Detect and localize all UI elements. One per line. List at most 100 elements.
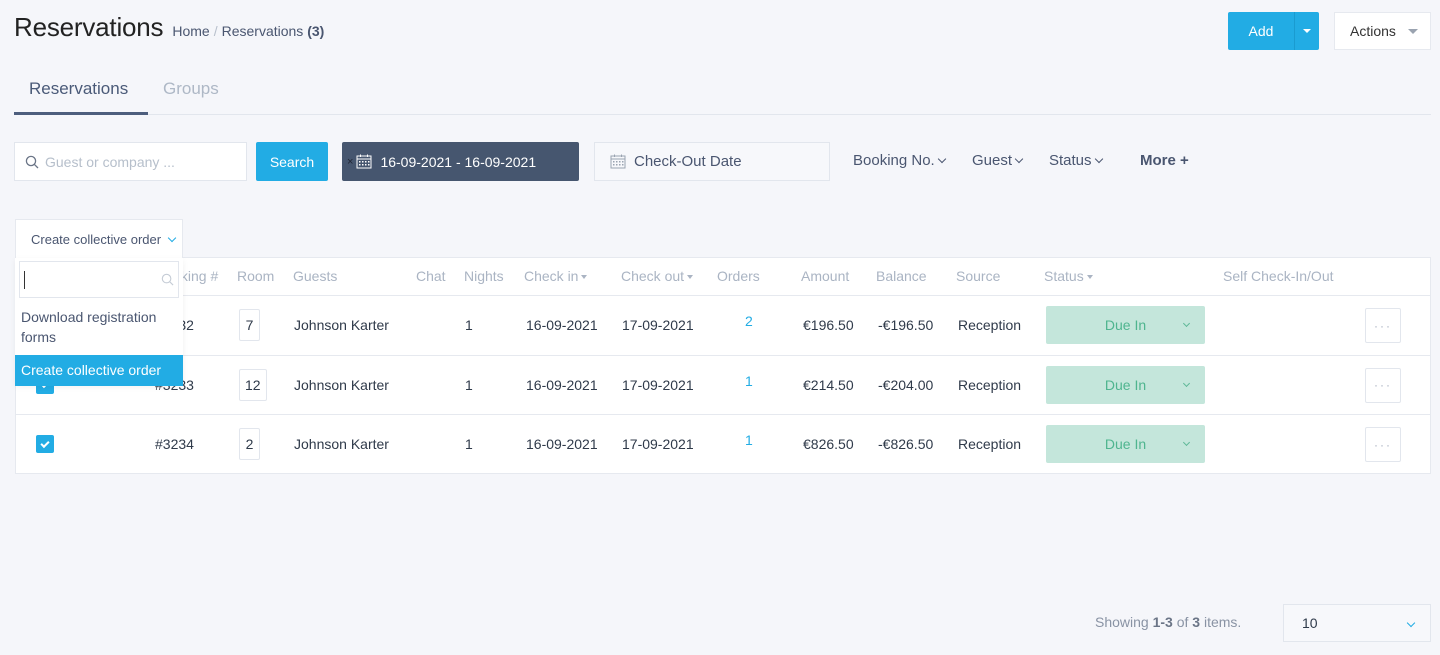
checkout-date-placeholder: Check-Out Date <box>634 153 742 170</box>
guest-filter-label: Guest <box>972 152 1013 169</box>
checkout-date-filter[interactable]: Check-Out Date <box>594 142 830 181</box>
col-nights: Nights <box>464 268 504 284</box>
col-chat: Chat <box>416 268 446 284</box>
col-source: Source <box>956 268 1001 284</box>
row-checkbox[interactable] <box>36 435 54 453</box>
check-out-date: 17-09-2021 <box>622 317 694 333</box>
summary-prefix: Showing <box>1095 614 1149 630</box>
search-icon <box>25 155 39 168</box>
dropdown-option-download-registration-forms[interactable]: Download registration forms <box>15 307 183 347</box>
guest-name[interactable]: Johnson Karter <box>294 377 389 393</box>
tabs: Reservations Groups <box>14 70 1431 115</box>
row-more-button[interactable]: ··· <box>1365 367 1401 403</box>
col-guests: Guests <box>293 268 338 284</box>
row-more-button[interactable]: ··· <box>1365 427 1401 462</box>
caret-down-icon <box>1407 28 1418 34</box>
chevron-down-icon <box>1182 438 1191 447</box>
tab-groups[interactable]: Groups <box>148 70 234 115</box>
col-check-in-label: Check in <box>524 268 579 284</box>
orders-link[interactable]: 1 <box>745 373 753 389</box>
add-dropdown-toggle[interactable] <box>1294 12 1319 50</box>
date-range-value: 16-09-2021 - 16-09-2021 <box>380 153 537 170</box>
source: Reception <box>958 317 1022 333</box>
balance: -€204.00 <box>878 376 934 393</box>
nights: 1 <box>465 436 473 452</box>
booking-no-filter[interactable]: Booking No. <box>853 152 946 169</box>
tab-reservations[interactable]: Reservations <box>14 70 148 115</box>
chevron-down-icon <box>1406 618 1416 628</box>
breadcrumb-current: Reservations <box>221 23 304 39</box>
add-button[interactable]: Add <box>1228 12 1294 50</box>
orders-link[interactable]: 1 <box>745 432 753 448</box>
dropdown-option-create-collective-order[interactable]: Create collective order <box>15 355 183 386</box>
col-check-out[interactable]: Check out <box>621 268 694 284</box>
bulk-action-value: Create collective order <box>31 232 162 247</box>
chevron-down-icon <box>167 233 177 242</box>
text-cursor <box>24 270 25 289</box>
status-select[interactable]: Due In <box>1046 306 1205 344</box>
actions-label: Actions <box>1350 23 1396 39</box>
sort-caret-icon <box>687 275 694 280</box>
chevron-down-icon <box>937 154 946 163</box>
search-button[interactable]: Search <box>256 142 328 181</box>
breadcrumb-separator: / <box>213 23 218 39</box>
breadcrumb-count: (3) <box>307 23 325 39</box>
guest-filter[interactable]: Guest <box>972 152 1024 169</box>
calendar-icon <box>356 154 372 169</box>
page-size-value: 10 <box>1302 615 1318 631</box>
check-out-date: 17-09-2021 <box>622 436 694 452</box>
page-header: Reservations Home / Reservations (3) <box>14 12 324 43</box>
table-row: #3232 7 Johnson Karter 1 16-09-2021 17-0… <box>16 296 1430 356</box>
guest-search-input[interactable] <box>45 153 235 170</box>
dropdown-search-input[interactable] <box>19 261 179 298</box>
pagination-summary: Showing 1-3 of 3 items. <box>1095 614 1241 630</box>
table-row: #3234 2 Johnson Karter 1 16-09-2021 17-0… <box>16 415 1430 475</box>
chevron-down-icon <box>1182 379 1191 387</box>
more-filters-link[interactable]: More + <box>1140 152 1189 169</box>
col-check-in[interactable]: Check in <box>524 268 588 284</box>
actions-button[interactable]: Actions <box>1334 12 1431 50</box>
guest-name[interactable]: Johnson Karter <box>294 436 389 452</box>
status-filter[interactable]: Status <box>1049 152 1103 169</box>
col-status[interactable]: Status <box>1044 268 1093 284</box>
add-button-group: Add <box>1228 12 1319 50</box>
summary-suffix: items. <box>1203 614 1242 630</box>
chevron-down-icon <box>1014 154 1024 163</box>
bulk-action-select[interactable]: Create collective order <box>15 219 183 259</box>
bulk-action-dropdown: Download registration forms Create colle… <box>15 258 183 386</box>
reservations-table: Booking # Room Guests Chat Nights Check … <box>15 257 1431 474</box>
sort-caret-icon <box>581 275 588 280</box>
orders-link[interactable]: 2 <box>745 313 753 329</box>
row-more-button[interactable]: ··· <box>1365 308 1401 343</box>
guest-search-field[interactable] <box>14 142 247 181</box>
calendar-icon <box>610 154 626 169</box>
clear-date-icon[interactable]: × <box>347 156 353 168</box>
room-badge: 7 <box>239 309 260 341</box>
date-range-filter[interactable]: × 16-09-2021 - 16-09-2021 <box>342 142 579 181</box>
amount: €214.50 <box>803 376 854 393</box>
amount: €826.50 <box>803 436 854 452</box>
summary-total: 3 <box>1192 614 1201 630</box>
col-orders: Orders <box>717 268 760 284</box>
booking-no-label: Booking No. <box>853 152 935 169</box>
page-size-select[interactable]: 10 <box>1283 604 1431 642</box>
breadcrumb-home[interactable]: Home <box>172 23 209 39</box>
col-status-label: Status <box>1044 268 1084 284</box>
booking-number[interactable]: #3234 <box>155 436 194 452</box>
status-value: Due In <box>1104 436 1147 452</box>
amount: €196.50 <box>803 317 854 333</box>
balance: -€196.50 <box>878 317 934 333</box>
col-balance: Balance <box>876 268 927 284</box>
status-value: Due In <box>1104 376 1147 393</box>
balance: -€826.50 <box>878 436 934 452</box>
sort-caret-icon <box>1086 275 1093 280</box>
source: Reception <box>958 376 1022 393</box>
status-select[interactable]: Due In <box>1046 425 1205 463</box>
check-in-date: 16-09-2021 <box>526 317 598 333</box>
check-icon <box>40 438 50 448</box>
chevron-down-icon <box>1182 319 1191 328</box>
search-icon <box>161 273 174 286</box>
nights: 1 <box>465 376 473 393</box>
guest-name[interactable]: Johnson Karter <box>294 317 389 333</box>
status-select[interactable]: Due In <box>1046 365 1205 404</box>
